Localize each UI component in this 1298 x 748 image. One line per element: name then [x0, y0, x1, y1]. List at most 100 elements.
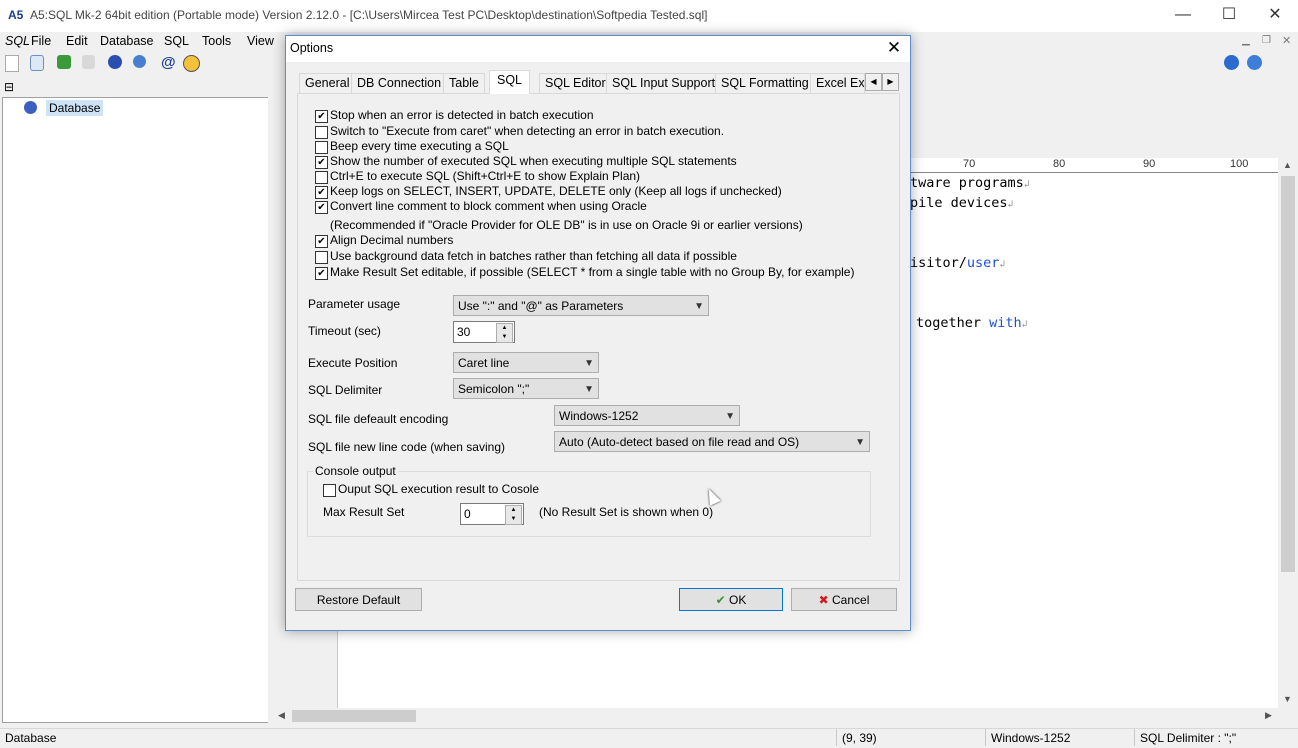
horizontal-scroll-thumb[interactable]: [292, 710, 416, 722]
open-file-icon[interactable]: [30, 55, 44, 71]
tab-sql-input-support[interactable]: SQL Input Support: [606, 73, 722, 93]
status-section: Database: [5, 731, 57, 745]
checkbox-box[interactable]: ✔: [315, 110, 328, 123]
checkbox-box[interactable]: [315, 171, 328, 184]
dialog-title-bar: [286, 36, 910, 62]
at-sign-icon[interactable]: @: [161, 54, 176, 71]
checkbox-label: Show the number of executed SQL when exe…: [330, 154, 737, 168]
connect-icon[interactable]: [57, 55, 71, 69]
settings-icon[interactable]: [133, 55, 146, 68]
tab-sql-formatting[interactable]: SQL Formatting: [715, 73, 815, 93]
checkbox-label: Stop when an error is detected in batch …: [330, 108, 594, 122]
database-icon[interactable]: [108, 55, 122, 69]
select-value: Auto (Auto-detect based on file read and…: [559, 435, 800, 449]
menu-sql-logo[interactable]: SQL: [5, 34, 30, 48]
menu-database[interactable]: Database: [100, 34, 154, 48]
checkbox-label: Use background data fetch in batches rat…: [330, 249, 737, 263]
disconnect-icon[interactable]: [82, 55, 95, 69]
select-value: Use ":" and "@" as Parameters: [458, 299, 624, 313]
status-divider: [985, 729, 986, 746]
execute-position-label: Execute Position: [308, 356, 398, 370]
ruler-mark: 70: [963, 158, 976, 170]
parameter-usage-label: Parameter usage: [308, 297, 401, 311]
menu-view[interactable]: View: [247, 34, 274, 48]
newline-select[interactable]: Auto (Auto-detect based on file read and…: [554, 431, 870, 452]
checkbox-box[interactable]: ✔: [315, 201, 328, 214]
checkbox-label: Ouput SQL execution result to Cosole: [338, 482, 539, 496]
encoding-select[interactable]: Windows-1252 ▼: [554, 405, 740, 426]
database-icon: [24, 101, 37, 114]
spin-arrows-icon[interactable]: ▲ ▼: [496, 323, 513, 343]
max-result-note: (No Result Set is shown when 0): [539, 505, 714, 519]
checkbox-box[interactable]: ✔: [315, 186, 328, 199]
execute-position-select[interactable]: Caret line ▼: [453, 352, 599, 373]
close-button[interactable]: ✕: [1252, 0, 1298, 32]
vertical-scroll-thumb[interactable]: [1281, 176, 1295, 572]
menu-tools[interactable]: Tools: [202, 34, 231, 48]
newline-label: SQL file new line code (when saving): [308, 440, 505, 454]
mdi-minimize-icon[interactable]: ▁: [1242, 35, 1250, 46]
minimize-button[interactable]: —: [1160, 0, 1206, 32]
chevron-down-icon: ▼: [725, 411, 735, 422]
ruler-mark: 80: [1053, 158, 1066, 170]
database-tree[interactable]: [2, 97, 269, 723]
status-cursor-position: (9, 39): [842, 731, 877, 745]
clock-icon[interactable]: [183, 55, 200, 72]
web-icon[interactable]: [1247, 55, 1262, 70]
checkmark-icon: ✔: [715, 593, 726, 607]
parameter-usage-select[interactable]: Use ":" and "@" as Parameters ▼: [453, 295, 709, 316]
tab-sql[interactable]: SQL: [489, 70, 531, 94]
restore-default-button[interactable]: Restore Default: [295, 588, 422, 611]
scroll-left-icon[interactable]: ◀: [278, 710, 285, 721]
menu-sql[interactable]: SQL: [164, 34, 189, 48]
new-file-icon[interactable]: [5, 55, 19, 72]
code-line: isitor/user↲: [910, 255, 1006, 271]
select-value: Caret line: [458, 356, 510, 370]
console-output-legend: Console output: [313, 464, 398, 478]
checkbox-box[interactable]: ✔: [315, 235, 328, 248]
dialog-close-button[interactable]: ✕: [882, 37, 906, 61]
scroll-right-icon[interactable]: ▶: [1265, 710, 1272, 721]
tab-general[interactable]: General: [299, 73, 356, 93]
select-value: Semicolon ";": [458, 382, 530, 396]
spin-arrows-icon[interactable]: ▲ ▼: [505, 505, 522, 525]
tab-excel-export[interactable]: Excel Exp: [810, 73, 865, 93]
max-result-stepper[interactable]: 0 ▲ ▼: [460, 503, 524, 525]
checkbox-label: Switch to "Execute from caret" when dete…: [330, 124, 725, 138]
checkbox-box[interactable]: [315, 141, 328, 154]
timeout-stepper[interactable]: 30 ▲ ▼: [453, 321, 515, 343]
console-output-group: [307, 471, 871, 537]
checkbox-label: Align Decimal numbers: [330, 233, 454, 247]
status-encoding: Windows-1252: [991, 731, 1071, 745]
scroll-up-icon[interactable]: ▲: [1283, 160, 1292, 170]
scroll-down-icon[interactable]: ▼: [1283, 694, 1292, 704]
mdi-close-icon[interactable]: ✕: [1282, 34, 1291, 47]
maximize-button[interactable]: ☐: [1206, 0, 1252, 32]
cancel-button[interactable]: ✖ Cancel: [791, 588, 897, 611]
mdi-restore-icon[interactable]: ❐: [1262, 35, 1271, 46]
horizontal-scrollbar[interactable]: [274, 708, 1278, 724]
checkbox-box[interactable]: ✔: [315, 156, 328, 169]
help-icon[interactable]: [1224, 55, 1239, 70]
tab-scroll-right-icon[interactable]: ▶: [882, 73, 899, 91]
sql-delimiter-select[interactable]: Semicolon ";" ▼: [453, 378, 599, 399]
stepper-value: 30: [457, 325, 471, 339]
tab-table[interactable]: Table: [443, 73, 485, 93]
ok-button[interactable]: ✔ OK: [679, 588, 783, 611]
checkbox-box[interactable]: ✔: [315, 267, 328, 280]
menu-edit[interactable]: Edit: [66, 34, 88, 48]
encoding-label: SQL file defeault encoding: [308, 412, 449, 426]
tab-sql-editor[interactable]: SQL Editor: [539, 73, 612, 93]
tree-item-label: Database: [46, 100, 104, 116]
max-result-label: Max Result Set: [323, 505, 405, 519]
menu-file[interactable]: File: [31, 34, 51, 48]
checkbox-box[interactable]: [315, 126, 328, 139]
ruler-mark: 100: [1230, 158, 1249, 170]
status-delimiter: SQL Delimiter : ";": [1140, 731, 1237, 745]
tree-expand-icon[interactable]: ⊟: [4, 80, 14, 94]
timeout-label: Timeout (sec): [308, 324, 381, 338]
checkbox-box[interactable]: [315, 251, 328, 264]
tab-scroll-left-icon[interactable]: ◀: [865, 73, 882, 91]
tab-db-connection[interactable]: DB Connection: [351, 73, 448, 93]
checkbox-box[interactable]: [323, 484, 336, 497]
